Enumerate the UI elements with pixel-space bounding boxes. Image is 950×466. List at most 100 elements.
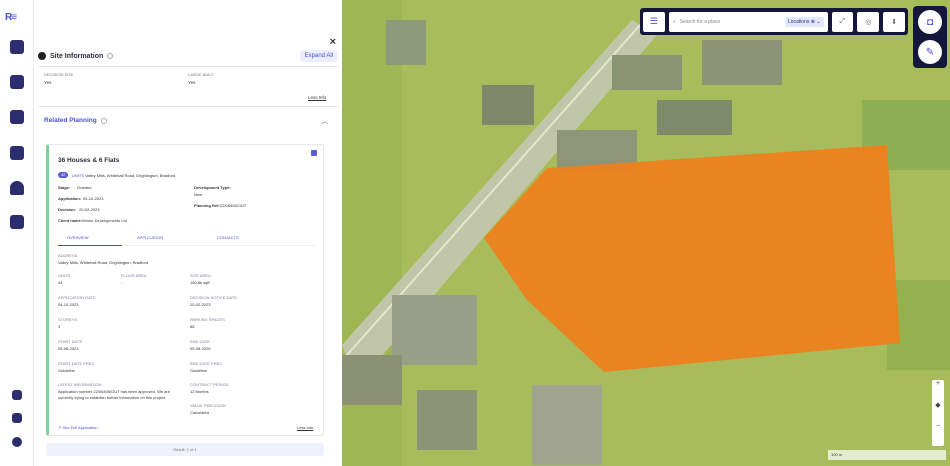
chevron-down-icon: ⌄: [816, 18, 821, 25]
start-prec-value: Guideline: [58, 368, 75, 373]
units-badge: 42: [58, 172, 69, 178]
field-value: Yes: [188, 80, 196, 85]
site-area-label: SITE AREA: [190, 273, 211, 278]
value-precision-value: Calculated: [190, 410, 209, 415]
see-full-label: See Full Application: [62, 425, 98, 430]
document-icon[interactable]: [10, 75, 24, 89]
units-label: UNITS: [72, 173, 84, 178]
aerial-map: [342, 0, 950, 466]
card-address: Valley Mills, Whitehall Road, Drighlingt…: [85, 173, 176, 178]
parking-label: PARKING SPACES: [190, 317, 225, 322]
application-value: 04-10-2023: [83, 196, 104, 201]
checkbox-icon[interactable]: [311, 150, 317, 156]
site-area-value: 160.8k sqft: [190, 280, 210, 285]
zoom-out-icon[interactable]: −: [932, 423, 944, 430]
info-icon: [38, 52, 46, 60]
tab-contacts[interactable]: CONTACTS: [217, 235, 239, 240]
building: [702, 40, 782, 85]
contract-period-value: 12 Months: [190, 389, 209, 394]
less-info-link[interactable]: Less Info: [297, 425, 313, 430]
chevron-up-icon[interactable]: ︿: [321, 116, 328, 126]
help-icon[interactable]: [100, 117, 107, 124]
contract-period-label: CONTRACT PERIOD: [190, 382, 229, 387]
contact-card-icon[interactable]: [10, 110, 24, 124]
zoom-in-icon[interactable]: +: [932, 380, 944, 387]
close-panel-button[interactable]: ×: [330, 36, 336, 48]
locations-dropdown[interactable]: Locations ⊗ ⌄: [784, 16, 824, 27]
search-box[interactable]: ⌕ Search for a place Locations ⊗ ⌄: [668, 11, 828, 32]
layers-icon[interactable]: ◎: [857, 11, 880, 32]
building: [532, 385, 602, 465]
end-date-value: 05-08-2026: [190, 346, 211, 351]
search-icon: ⌕: [672, 18, 676, 25]
fullscreen-icon[interactable]: ⤢: [831, 11, 854, 32]
map-scale-bar: 100 m: [828, 450, 946, 460]
start-prec-label: START DATE PREC.: [58, 361, 96, 366]
value-precision-label: VALUE PRECISION: [190, 403, 226, 408]
end-prec-label: END DATE PREC.: [190, 361, 224, 366]
parking-value: 88: [190, 324, 195, 329]
divider: [38, 66, 338, 67]
end-prec-value: Guideline: [190, 368, 207, 373]
help-icon[interactable]: [107, 53, 114, 59]
storeys-value: 3: [58, 324, 61, 329]
building: [657, 100, 732, 135]
logo-mark: ≡: [11, 12, 17, 23]
latest-info-label: LATEST INFORMATION: [58, 382, 102, 387]
tab-application[interactable]: APPLICATION: [137, 235, 163, 240]
end-date-label: END DATE: [190, 339, 210, 344]
address-label: ADDRESS: [58, 253, 78, 258]
map-icon[interactable]: [10, 40, 24, 54]
site-information-header: Site Information: [38, 52, 114, 60]
locations-label: Locations: [787, 18, 810, 25]
planning-card[interactable]: 36 Houses & 6 Flats 42 UNITS Valley Mill…: [46, 144, 324, 436]
decision-value: 20-02-2023: [79, 207, 100, 212]
bell-icon[interactable]: [10, 181, 24, 195]
field-label: LARGE BUILT: [188, 72, 214, 77]
map-toolbar: ☰ ⌕ Search for a place Locations ⊗ ⌄ ⤢ ◎…: [640, 8, 908, 35]
compass-icon[interactable]: ◆: [932, 401, 944, 409]
client-label: Client name:: [58, 218, 83, 223]
divider: [38, 106, 338, 107]
app-logo[interactable]: R≡: [5, 7, 17, 23]
dev-type-value: New: [194, 192, 203, 197]
camera-icon[interactable]: ◘: [918, 10, 942, 34]
floor-area-value: -: [121, 280, 123, 285]
search-input[interactable]: Search for a place: [680, 19, 721, 25]
related-planning-header[interactable]: Related Planning: [44, 117, 107, 124]
see-full-application-link[interactable]: ↗ See Full Application: [58, 425, 98, 430]
logout-icon[interactable]: [12, 437, 22, 447]
stage-value: Granted: [77, 185, 92, 190]
dev-type-label: Development Type:: [194, 185, 231, 190]
tab-overview[interactable]: OVERVIEW: [67, 235, 89, 240]
map-action-buttons: ◘ ✎: [913, 6, 947, 68]
download-icon[interactable]: ⬇: [883, 11, 905, 32]
pencil-icon[interactable]: ✎: [918, 40, 942, 64]
card-title: 36 Houses & 6 Flats: [58, 157, 120, 164]
app-date-label: APPLICATION DATE: [58, 295, 96, 300]
building: [386, 20, 426, 65]
decision-notice-value: 20-02-2023: [190, 302, 211, 307]
expand-all-button[interactable]: Expand All: [299, 50, 338, 62]
start-date-label: START DATE: [58, 339, 83, 344]
scale-label: 100 m: [831, 452, 843, 457]
storeys-label: STOREYS: [58, 317, 78, 322]
report-icon[interactable]: [12, 390, 22, 400]
less-info-link[interactable]: Less Info: [308, 95, 326, 100]
help-icon[interactable]: [12, 413, 22, 423]
calendar-icon[interactable]: [10, 215, 24, 229]
units-field-label: UNITS: [58, 273, 70, 278]
list-view-icon[interactable]: ☰: [643, 11, 665, 32]
folder-icon[interactable]: [10, 146, 24, 160]
active-tab-indicator: [58, 245, 122, 246]
decision-label: Decision:: [58, 207, 77, 212]
start-date-value: 05-08-2023: [58, 346, 79, 351]
building: [392, 295, 477, 365]
zoom-controls[interactable]: + ◆ −: [932, 380, 944, 446]
clear-icon[interactable]: ⊗: [811, 19, 815, 25]
units-field-value: 44: [58, 280, 63, 285]
planning-ref-label: Planning Ref:: [194, 203, 220, 208]
building: [342, 355, 402, 405]
building: [482, 85, 534, 125]
map-view[interactable]: ☰ ⌕ Search for a place Locations ⊗ ⌄ ⤢ ◎…: [342, 0, 950, 466]
